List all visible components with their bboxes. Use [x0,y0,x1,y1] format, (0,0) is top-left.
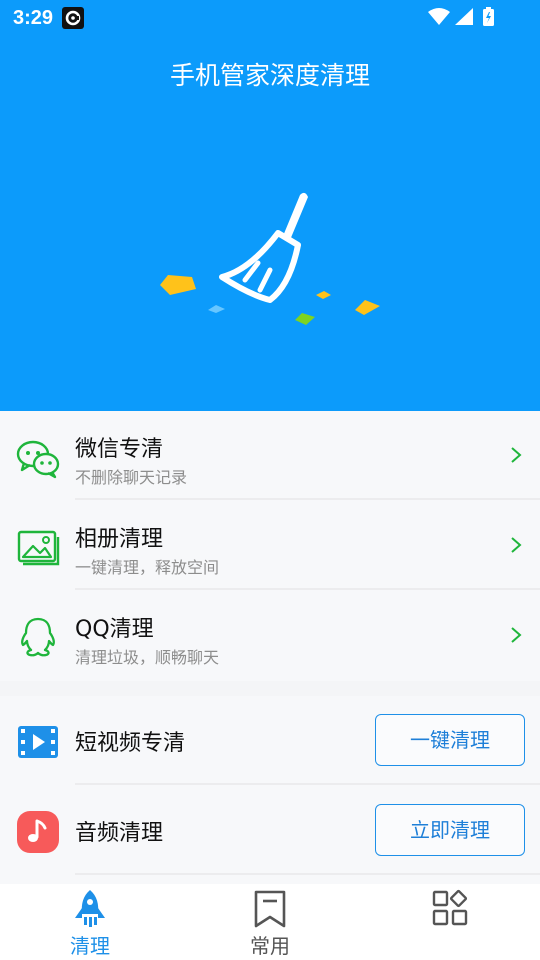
list-item-title: QQ清理 [75,617,154,642]
debris-blue [208,305,225,313]
chevron-right-icon [511,627,522,643]
debris-yellow-right [355,300,380,315]
rocket-icon [75,890,105,927]
header-banner: 3:29 手机管家深度清理 [0,0,540,411]
list-item-audio: 音频清理 立即清理 [0,786,540,875]
divider [75,588,540,590]
system-icons [428,6,504,28]
wifi-icon [428,8,450,25]
gallery-icon [17,530,60,566]
chevron-right-icon [511,537,522,553]
list-item-short-video: 短视频专清 一键清理 [0,696,540,785]
list-item-subtitle: 不删除聊天记录 [75,468,188,487]
list-item-qq[interactable]: QQ清理 清理垃圾，顺畅聊天 [0,591,540,680]
bookmark-icon [254,890,286,928]
page-title: 手机管家深度清理 [169,61,370,90]
divider [75,873,540,875]
action-list: 短视频专清 一键清理 音频清理 立即清理 [0,696,540,884]
music-icon [17,811,59,853]
list-item-gallery[interactable]: 相册清理 一键清理，释放空间 [0,501,540,590]
list-item-title: 微信专清 [75,437,164,462]
debris-yellow-small [316,291,331,299]
status-time: 3:29 [13,7,54,29]
tab-common[interactable]: 常用 [180,884,360,960]
tab-apps[interactable] [360,884,540,960]
tab-label: 清理 [70,934,110,958]
wechat-icon [16,440,60,479]
clean-list: 微信专清 不删除聊天记录 相册清理 一键清理，释放空间 QQ清理 清理垃圾，顺畅… [0,411,540,681]
one-click-clean-button[interactable]: 一键清理 [375,714,525,766]
list-item-title: 相册清理 [75,527,164,552]
status-bar: 3:29 [0,0,540,36]
list-item-subtitle: 一键清理，释放空间 [75,558,220,577]
bottom-tab-bar: 清理 常用 [0,884,540,960]
signal-icon [455,8,473,25]
list-item-wechat[interactable]: 微信专清 不删除聊天记录 [0,411,540,500]
tab-label: 常用 [250,934,290,958]
debris-yellow-left [160,275,196,295]
debris-green [295,313,315,325]
list-item-subtitle: 清理垃圾，顺畅聊天 [75,648,220,667]
divider [75,498,540,500]
video-icon [18,726,58,758]
app-notification-icon [62,7,84,29]
tab-clean[interactable]: 清理 [0,884,180,960]
broom-icon [219,192,308,303]
broom-illustration [160,192,380,325]
apps-grid-icon [432,889,468,926]
list-item-title: 音频清理 [75,821,164,846]
qq-icon [21,617,55,657]
battery-icon [483,7,494,26]
clean-now-button[interactable]: 立即清理 [375,804,525,856]
chevron-right-icon [511,447,522,463]
list-item-title: 短视频专清 [75,731,186,756]
divider [75,783,540,785]
